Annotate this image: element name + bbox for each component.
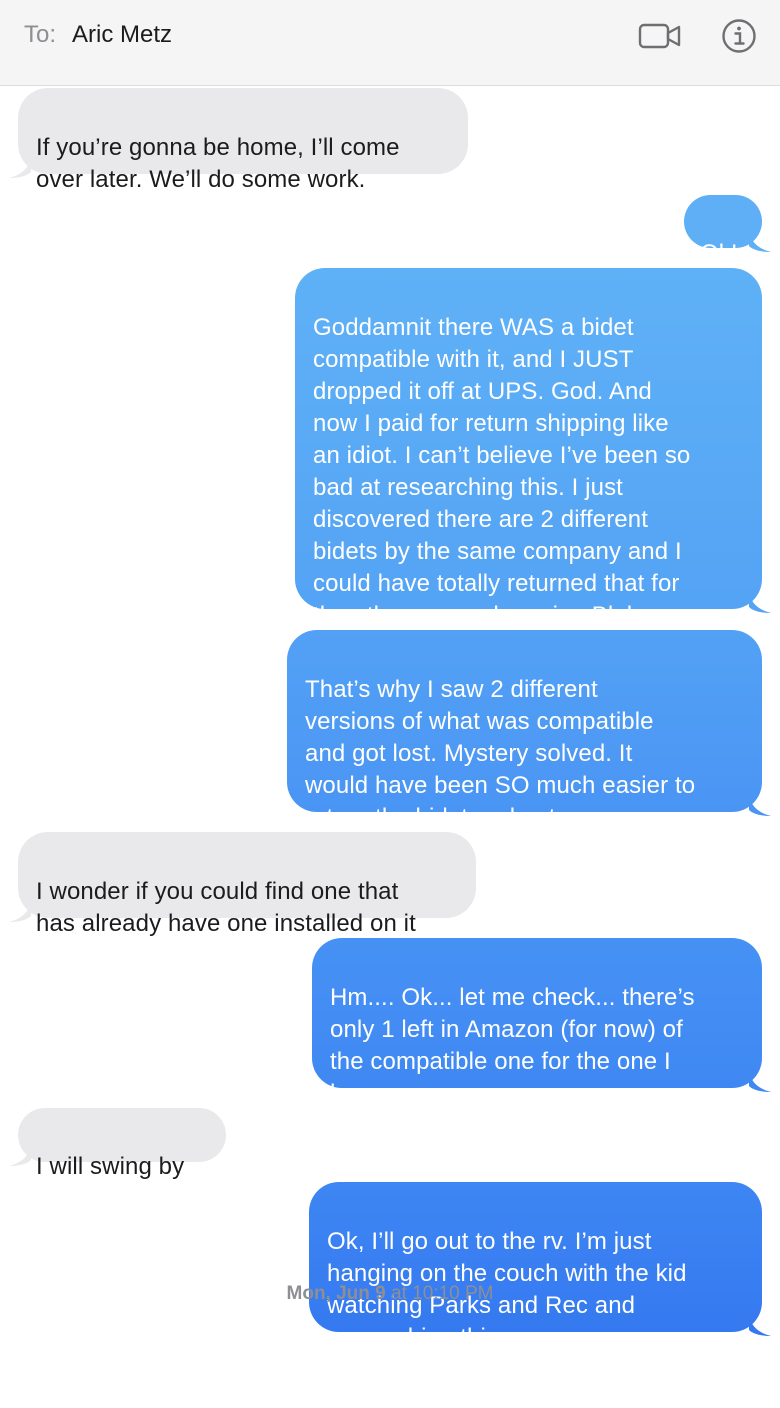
conversation-header: To: Aric Metz: [0, 0, 780, 86]
message-bubble-outgoing[interactable]: Ok, I’ll go out to the rv. I’m just hang…: [309, 1182, 771, 1351]
message-thread[interactable]: If you’re gonna be home, I’ll come over …: [0, 86, 780, 1408]
message-bubble-outgoing[interactable]: Goddamnit there WAS a bidet compatible w…: [295, 268, 771, 629]
recipient-name[interactable]: Aric Metz: [72, 20, 172, 50]
message-text: That’s why I saw 2 different versions of…: [305, 676, 696, 831]
message-bubble-outgoing[interactable]: Ok!: [684, 195, 771, 267]
message-bubble-incoming[interactable]: I will swing by: [9, 1108, 226, 1180]
timestamp-time: at 10:10 PM: [385, 1283, 494, 1304]
to-label: To:: [24, 21, 57, 48]
message-timestamp: Mon, Jun 9 at 10:10 PM: [0, 1281, 780, 1307]
message-bubble-incoming[interactable]: I wonder if you could find one that has …: [9, 832, 476, 937]
message-bubble-outgoing[interactable]: Hm.... Ok... let me check... there’s onl…: [312, 938, 771, 1107]
info-button[interactable]: [717, 14, 761, 58]
bubble-tail: [749, 794, 771, 816]
bubble-tail: [749, 591, 771, 613]
video-camera-icon: [638, 23, 681, 49]
bubble-tail: [9, 900, 31, 922]
video-call-button[interactable]: [638, 14, 682, 58]
message-text: Hm.... Ok... let me check... there’s onl…: [330, 984, 695, 1107]
message-text: If you’re gonna be home, I’ll come over …: [36, 134, 400, 193]
message-bubble-outgoing[interactable]: That’s why I saw 2 different versions of…: [287, 630, 771, 831]
bubble-tail: [749, 1314, 771, 1336]
timestamp-day: Mon, Jun 9: [286, 1283, 386, 1304]
bubble-tail: [9, 1144, 31, 1166]
message-text: Ok!: [700, 240, 738, 267]
bubble-tail: [749, 1070, 771, 1092]
message-text: Goddamnit there WAS a bidet compatible w…: [313, 314, 691, 629]
message-bubble-incoming[interactable]: If you’re gonna be home, I’ll come over …: [9, 88, 468, 193]
bubble-tail: [9, 156, 31, 178]
bubble-tail: [749, 230, 771, 252]
message-text: I will swing by: [36, 1153, 185, 1180]
message-text: I wonder if you could find one that has …: [36, 878, 416, 937]
info-circle-icon: [722, 19, 756, 53]
